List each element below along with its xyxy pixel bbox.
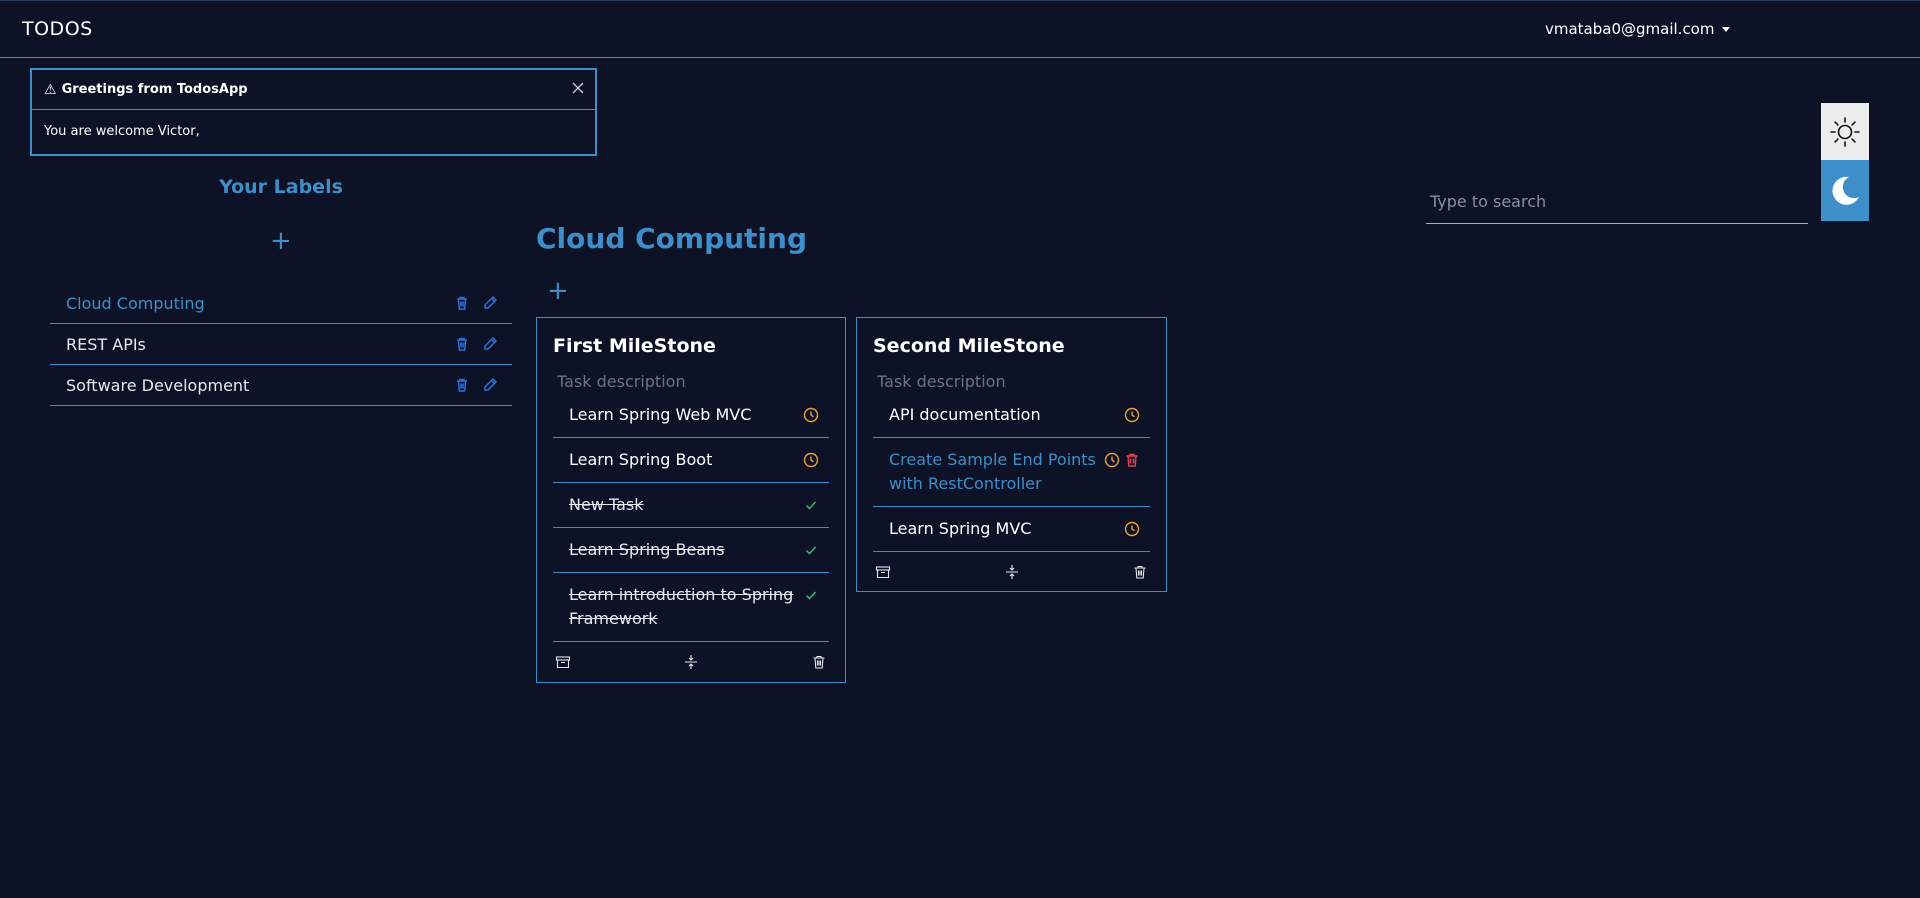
task-item-hovered[interactable]: Create Sample End Points with RestContro…	[873, 438, 1150, 507]
label-name[interactable]: REST APIs	[66, 335, 454, 354]
task-text[interactable]: Learn Spring MVC	[889, 517, 1124, 541]
task-item-done[interactable]: New Task	[553, 483, 829, 528]
task-item[interactable]: Learn Spring Web MVC	[553, 393, 829, 438]
search-input[interactable]	[1426, 180, 1808, 223]
light-theme-button[interactable]	[1821, 103, 1869, 160]
trash-icon[interactable]	[454, 377, 470, 393]
warning-icon: ⚠	[44, 81, 57, 98]
add-label-button[interactable]: +	[270, 228, 292, 254]
task-description-input[interactable]	[553, 369, 829, 393]
collapse-icon[interactable]	[683, 654, 699, 670]
task-text[interactable]: New Task	[569, 493, 803, 517]
task-item[interactable]: Learn Spring Boot	[553, 438, 829, 483]
add-milestone-button[interactable]: +	[547, 278, 569, 304]
task-item[interactable]: API documentation	[873, 393, 1150, 438]
collapse-icon[interactable]	[1004, 564, 1020, 580]
board-title: Cloud Computing	[536, 222, 808, 255]
check-icon[interactable]	[803, 542, 819, 558]
labels-heading: Your Labels	[219, 176, 343, 198]
task-text[interactable]: Create Sample End Points with RestContro…	[889, 448, 1104, 496]
milestone-footer	[873, 552, 1150, 592]
task-text[interactable]: Learn introduction to Spring Framework	[569, 583, 803, 631]
clock-icon[interactable]	[1104, 452, 1120, 468]
close-icon[interactable]	[571, 81, 585, 95]
clock-icon[interactable]	[803, 407, 819, 423]
trash-icon[interactable]	[811, 654, 827, 670]
brand-title[interactable]: TODOS	[22, 18, 93, 40]
pencil-icon[interactable]	[482, 295, 498, 311]
toast-title: Greetings from TodosApp	[61, 82, 248, 97]
task-text[interactable]: Learn Spring Web MVC	[569, 403, 803, 427]
toast-message: You are welcome Victor,	[44, 124, 200, 139]
milestone-card: First MileStone Learn Spring Web MVC Lea…	[536, 317, 846, 683]
clock-icon[interactable]	[803, 452, 819, 468]
milestone-card: Second MileStone API documentation Creat…	[856, 317, 1167, 592]
milestone-title: First MileStone	[553, 335, 716, 357]
pencil-icon[interactable]	[482, 377, 498, 393]
dark-theme-button[interactable]	[1821, 160, 1869, 221]
task-text[interactable]: Learn Spring Boot	[569, 448, 803, 472]
user-menu-dropdown[interactable]: vmataba0@gmail.com	[1545, 20, 1731, 38]
task-description-input[interactable]	[873, 369, 1150, 393]
label-item-cloud-computing[interactable]: Cloud Computing	[50, 283, 512, 324]
label-item-software-development[interactable]: Software Development	[50, 365, 512, 406]
labels-list: Cloud Computing REST APIs Software Devel…	[50, 283, 512, 406]
check-icon[interactable]	[803, 587, 819, 603]
sun-icon	[1830, 116, 1860, 147]
label-name[interactable]: Software Development	[66, 376, 454, 395]
task-text[interactable]: API documentation	[889, 403, 1124, 427]
caret-down-icon[interactable]	[1722, 26, 1731, 32]
milestone-title: Second MileStone	[873, 335, 1065, 357]
milestone-footer	[553, 642, 829, 682]
trash-icon[interactable]	[454, 336, 470, 352]
check-icon[interactable]	[803, 497, 819, 513]
label-item-rest-apis[interactable]: REST APIs	[50, 324, 512, 365]
task-item[interactable]: Learn Spring MVC	[873, 507, 1150, 552]
archive-icon[interactable]	[875, 564, 891, 580]
trash-icon[interactable]	[454, 295, 470, 311]
clock-icon[interactable]	[1124, 521, 1140, 537]
archive-icon[interactable]	[555, 654, 571, 670]
task-text[interactable]: Learn Spring Beans	[569, 538, 803, 562]
clock-icon[interactable]	[1124, 407, 1140, 423]
search-box	[1426, 180, 1808, 224]
navbar: TODOS vmataba0@gmail.com	[0, 0, 1920, 58]
greeting-toast: ⚠ Greetings from TodosApp You are welcom…	[30, 68, 597, 156]
toast-header: ⚠ Greetings from TodosApp	[32, 70, 595, 110]
trash-icon[interactable]	[1124, 452, 1140, 468]
moon-icon	[1832, 176, 1859, 205]
pencil-icon[interactable]	[482, 336, 498, 352]
task-item-done[interactable]: Learn Spring Beans	[553, 528, 829, 573]
task-item-done[interactable]: Learn introduction to Spring Framework	[553, 573, 829, 642]
label-name[interactable]: Cloud Computing	[66, 294, 454, 313]
user-email[interactable]: vmataba0@gmail.com	[1545, 20, 1714, 38]
trash-icon[interactable]	[1132, 564, 1148, 580]
